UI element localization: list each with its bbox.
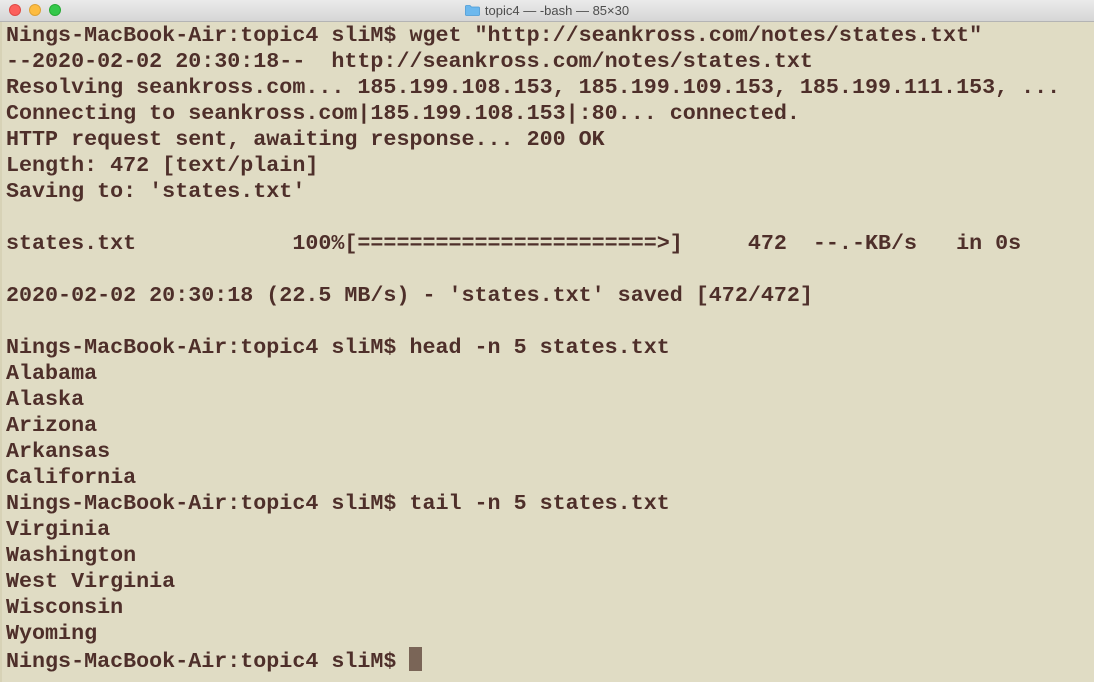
- terminal-line: Arizona: [6, 413, 98, 438]
- terminal-line: states.txt 100%[=======================>…: [6, 231, 1022, 256]
- terminal-line: Virginia: [6, 517, 111, 542]
- terminal-line: --2020-02-02 20:30:18-- http://seankross…: [6, 49, 813, 74]
- terminal-line: Wisconsin: [6, 595, 124, 620]
- window-title-text: topic4 — -bash — 85×30: [484, 3, 630, 18]
- shell-prompt: Nings-MacBook-Air:topic4 sliM$: [6, 649, 410, 674]
- terminal-line: West Virginia: [6, 569, 176, 594]
- terminal-content[interactable]: Nings-MacBook-Air:topic4 sliM$ wget "htt…: [0, 22, 1094, 682]
- terminal-line: 2020-02-02 20:30:18 (22.5 MB/s) - 'state…: [6, 283, 813, 308]
- terminal-line: Washington: [6, 543, 137, 568]
- terminal-line: California: [6, 465, 137, 490]
- terminal-line: HTTP request sent, awaiting response... …: [6, 127, 605, 152]
- terminal-line: Nings-MacBook-Air:topic4 sliM$ tail -n 5…: [6, 491, 670, 516]
- terminal-line: Nings-MacBook-Air:topic4 sliM$ head -n 5…: [6, 335, 670, 360]
- terminal-output: Nings-MacBook-Air:topic4 sliM$ wget "htt…: [6, 23, 1061, 674]
- terminal-line: Resolving seankross.com... 185.199.108.1…: [6, 75, 1061, 100]
- terminal-line: Connecting to seankross.com|185.199.108.…: [6, 101, 800, 126]
- prompt-line[interactable]: Nings-MacBook-Air:topic4 sliM$: [6, 647, 1060, 674]
- folder-icon: [465, 5, 480, 16]
- terminal-line: Saving to: 'states.txt': [6, 179, 306, 204]
- terminal-line: Alaska: [6, 387, 85, 412]
- terminal-window: topic4 — -bash — 85×30 Nings-MacBook-Air…: [0, 0, 1094, 682]
- terminal-line: Arkansas: [6, 439, 111, 464]
- title-bar: topic4 — -bash — 85×30: [0, 0, 1094, 22]
- window-title: topic4 — -bash — 85×30: [0, 0, 1094, 22]
- text-cursor: [409, 647, 423, 671]
- window-left-edge: [0, 22, 2, 682]
- terminal-line: Nings-MacBook-Air:topic4 sliM$ wget "htt…: [6, 23, 983, 48]
- terminal-line: Alabama: [6, 361, 98, 386]
- terminal-line: Length: 472 [text/plain]: [6, 153, 319, 178]
- terminal-line: Wyoming: [6, 621, 98, 646]
